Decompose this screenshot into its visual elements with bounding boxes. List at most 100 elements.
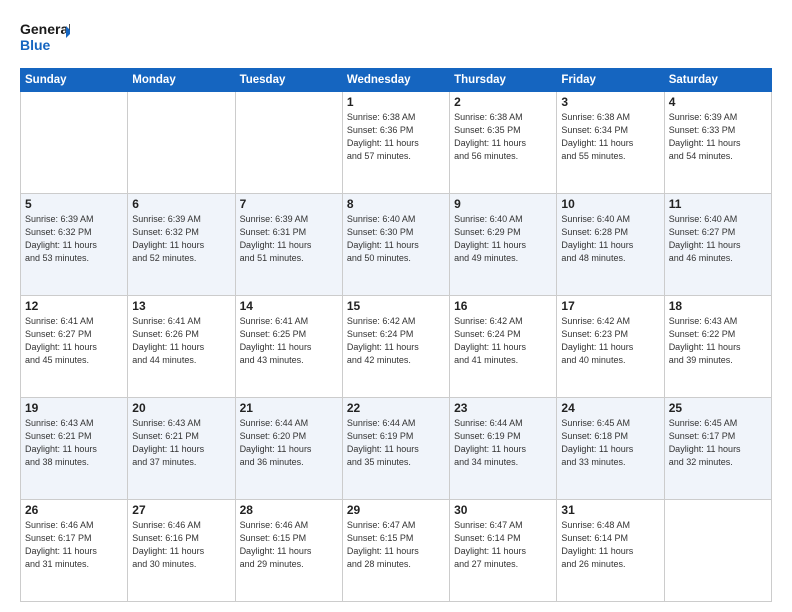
calendar-cell [235,92,342,194]
day-number: 26 [25,503,123,517]
calendar-cell: 6Sunrise: 6:39 AM Sunset: 6:32 PM Daylig… [128,194,235,296]
day-info: Sunrise: 6:39 AM Sunset: 6:31 PM Dayligh… [240,213,338,265]
day-info: Sunrise: 6:38 AM Sunset: 6:36 PM Dayligh… [347,111,445,163]
day-number: 29 [347,503,445,517]
day-info: Sunrise: 6:43 AM Sunset: 6:21 PM Dayligh… [25,417,123,469]
calendar-header-saturday: Saturday [664,69,771,92]
day-info: Sunrise: 6:48 AM Sunset: 6:14 PM Dayligh… [561,519,659,571]
day-info: Sunrise: 6:44 AM Sunset: 6:20 PM Dayligh… [240,417,338,469]
day-number: 13 [132,299,230,313]
day-number: 14 [240,299,338,313]
day-number: 20 [132,401,230,415]
calendar-week-row: 5 Sunrise: 6:39 AM Sunset: 6:32 PM Daylig… [21,194,772,296]
day-number: 28 [240,503,338,517]
calendar-week-row: 1 Sunrise: 6:38 AM Sunset: 6:36 PM Daylig… [21,92,772,194]
calendar-cell: 8Sunrise: 6:40 AM Sunset: 6:30 PM Daylig… [342,194,449,296]
day-number: 30 [454,503,552,517]
day-number: 31 [561,503,659,517]
calendar-cell: 18 Sunrise: 6:43 AM Sunset: 6:22 PM Dayli… [664,296,771,398]
calendar-cell: 11 Sunrise: 6:40 AM Sunset: 6:27 PM Dayli… [664,194,771,296]
calendar-table: SundayMondayTuesdayWednesdayThursdayFrid… [20,68,772,602]
day-number: 7 [240,197,338,211]
day-info: Sunrise: 6:45 AM Sunset: 6:18 PM Dayligh… [561,417,659,469]
day-info: Sunrise: 6:40 AM Sunset: 6:28 PM Dayligh… [561,213,659,265]
calendar-cell: 2 Sunrise: 6:38 AM Sunset: 6:35 PM Daylig… [450,92,557,194]
calendar-cell: 4Sunrise: 6:39 AM Sunset: 6:33 PM Daylig… [664,92,771,194]
day-info: Sunrise: 6:40 AM Sunset: 6:27 PM Dayligh… [669,213,767,265]
calendar-cell: 14 Sunrise: 6:41 AM Sunset: 6:25 PM Dayli… [235,296,342,398]
calendar-cell: 29 Sunrise: 6:47 AM Sunset: 6:15 PM Dayli… [342,500,449,602]
header: General Blue [20,18,772,58]
day-info: Sunrise: 6:41 AM Sunset: 6:25 PM Dayligh… [240,315,338,367]
day-info: Sunrise: 6:42 AM Sunset: 6:24 PM Dayligh… [347,315,445,367]
day-info: Sunrise: 6:41 AM Sunset: 6:26 PM Dayligh… [132,315,230,367]
day-number: 4 [669,95,767,109]
svg-text:General: General [20,21,70,37]
calendar-cell: 19 Sunrise: 6:43 AM Sunset: 6:21 PM Dayli… [21,398,128,500]
day-info: Sunrise: 6:38 AM Sunset: 6:34 PM Dayligh… [561,111,659,163]
day-info: Sunrise: 6:44 AM Sunset: 6:19 PM Dayligh… [454,417,552,469]
calendar-header-tuesday: Tuesday [235,69,342,92]
day-number: 23 [454,401,552,415]
calendar-cell: 25 Sunrise: 6:45 AM Sunset: 6:17 PM Dayli… [664,398,771,500]
calendar-header-thursday: Thursday [450,69,557,92]
calendar-week-row: 12Sunrise: 6:41 AM Sunset: 6:27 PM Dayli… [21,296,772,398]
day-number: 12 [25,299,123,313]
day-info: Sunrise: 6:43 AM Sunset: 6:22 PM Dayligh… [669,315,767,367]
day-number: 18 [669,299,767,313]
calendar-cell: 22 Sunrise: 6:44 AM Sunset: 6:19 PM Dayli… [342,398,449,500]
calendar-cell: 31 Sunrise: 6:48 AM Sunset: 6:14 PM Dayli… [557,500,664,602]
day-number: 6 [132,197,230,211]
calendar-header-row: SundayMondayTuesdayWednesdayThursdayFrid… [21,69,772,92]
calendar-cell: 12Sunrise: 6:41 AM Sunset: 6:27 PM Dayli… [21,296,128,398]
calendar-cell: 9Sunrise: 6:40 AM Sunset: 6:29 PM Daylig… [450,194,557,296]
day-number: 10 [561,197,659,211]
day-number: 19 [25,401,123,415]
logo-svg: General Blue [20,18,70,58]
calendar-cell: 30 Sunrise: 6:47 AM Sunset: 6:14 PM Dayli… [450,500,557,602]
day-number: 16 [454,299,552,313]
calendar-header-monday: Monday [128,69,235,92]
svg-text:Blue: Blue [20,37,51,53]
day-number: 1 [347,95,445,109]
calendar-cell: 1 Sunrise: 6:38 AM Sunset: 6:36 PM Daylig… [342,92,449,194]
day-info: Sunrise: 6:38 AM Sunset: 6:35 PM Dayligh… [454,111,552,163]
calendar-cell [21,92,128,194]
calendar-cell: 5 Sunrise: 6:39 AM Sunset: 6:32 PM Daylig… [21,194,128,296]
calendar-cell: 17 Sunrise: 6:42 AM Sunset: 6:23 PM Dayli… [557,296,664,398]
day-number: 27 [132,503,230,517]
calendar-cell [664,500,771,602]
day-info: Sunrise: 6:46 AM Sunset: 6:15 PM Dayligh… [240,519,338,571]
calendar-header-sunday: Sunday [21,69,128,92]
day-info: Sunrise: 6:43 AM Sunset: 6:21 PM Dayligh… [132,417,230,469]
day-number: 15 [347,299,445,313]
day-info: Sunrise: 6:44 AM Sunset: 6:19 PM Dayligh… [347,417,445,469]
day-info: Sunrise: 6:42 AM Sunset: 6:24 PM Dayligh… [454,315,552,367]
day-number: 24 [561,401,659,415]
calendar-header-wednesday: Wednesday [342,69,449,92]
day-number: 5 [25,197,123,211]
day-number: 21 [240,401,338,415]
day-number: 9 [454,197,552,211]
day-number: 25 [669,401,767,415]
day-info: Sunrise: 6:45 AM Sunset: 6:17 PM Dayligh… [669,417,767,469]
day-info: Sunrise: 6:42 AM Sunset: 6:23 PM Dayligh… [561,315,659,367]
calendar-cell: 7 Sunrise: 6:39 AM Sunset: 6:31 PM Daylig… [235,194,342,296]
calendar-cell: 20 Sunrise: 6:43 AM Sunset: 6:21 PM Dayli… [128,398,235,500]
calendar-cell: 10 Sunrise: 6:40 AM Sunset: 6:28 PM Dayli… [557,194,664,296]
day-number: 2 [454,95,552,109]
calendar-week-row: 19 Sunrise: 6:43 AM Sunset: 6:21 PM Dayli… [21,398,772,500]
calendar-cell: 23 Sunrise: 6:44 AM Sunset: 6:19 PM Dayli… [450,398,557,500]
calendar-cell: 13 Sunrise: 6:41 AM Sunset: 6:26 PM Dayli… [128,296,235,398]
day-info: Sunrise: 6:46 AM Sunset: 6:17 PM Dayligh… [25,519,123,571]
calendar-header-friday: Friday [557,69,664,92]
day-number: 17 [561,299,659,313]
day-number: 22 [347,401,445,415]
calendar-cell: 28 Sunrise: 6:46 AM Sunset: 6:15 PM Dayli… [235,500,342,602]
day-info: Sunrise: 6:47 AM Sunset: 6:15 PM Dayligh… [347,519,445,571]
calendar-cell: 27Sunrise: 6:46 AM Sunset: 6:16 PM Dayli… [128,500,235,602]
day-info: Sunrise: 6:39 AM Sunset: 6:32 PM Dayligh… [25,213,123,265]
day-info: Sunrise: 6:47 AM Sunset: 6:14 PM Dayligh… [454,519,552,571]
calendar-cell: 15 Sunrise: 6:42 AM Sunset: 6:24 PM Dayli… [342,296,449,398]
day-number: 11 [669,197,767,211]
